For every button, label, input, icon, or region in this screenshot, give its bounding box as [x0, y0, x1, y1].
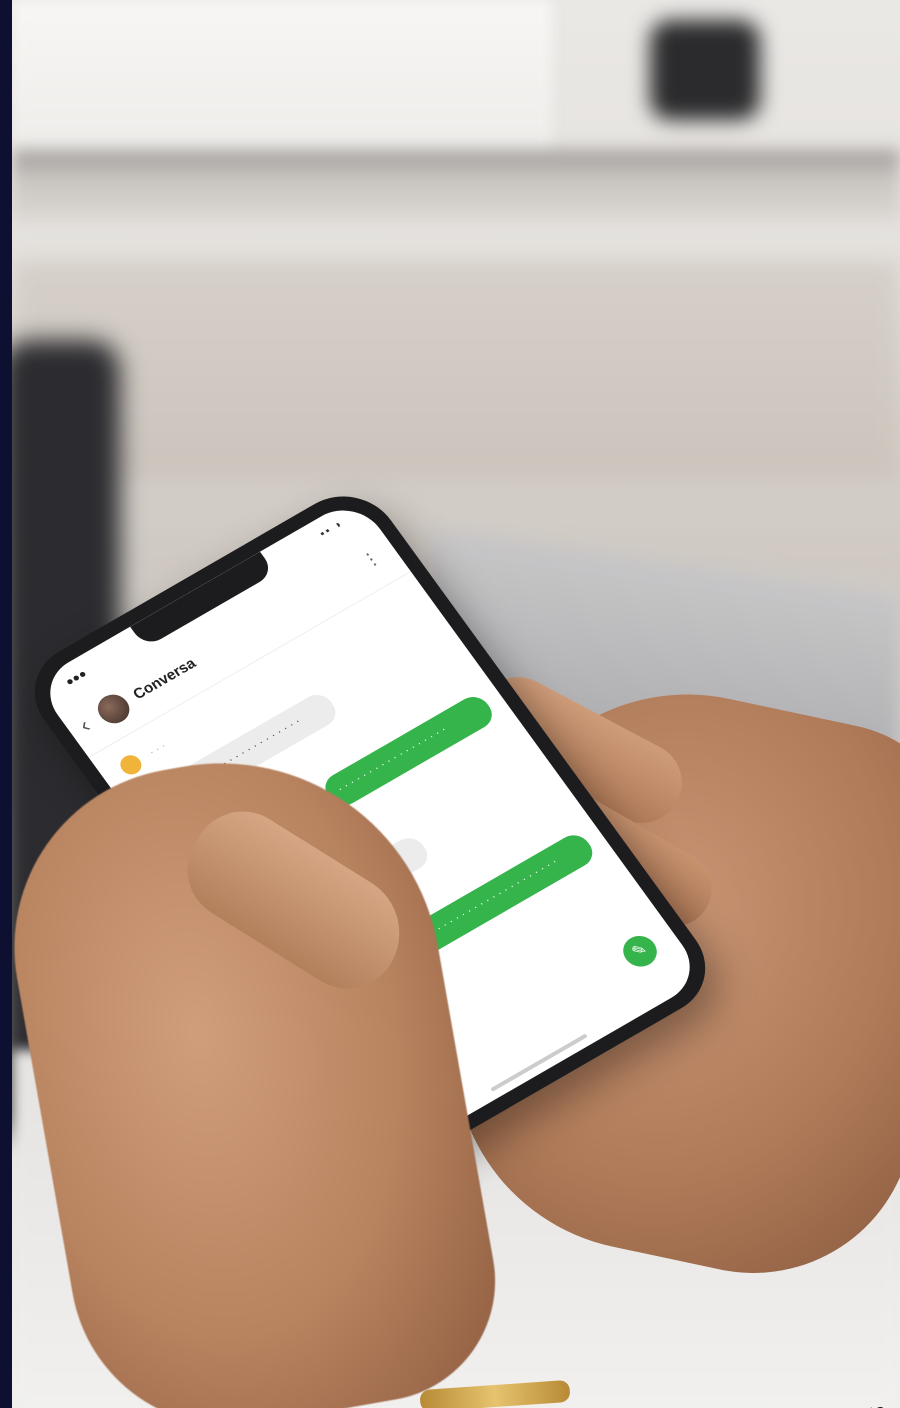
status-time: ●●●	[62, 666, 90, 689]
home-indicator	[490, 1033, 588, 1092]
compose-icon[interactable]: ✎	[616, 930, 664, 973]
photo-scene: ●●● ▪▪ ◗ ‹ Conversa ⋮ · · · · · · · · · …	[0, 0, 900, 1408]
left-border	[0, 0, 12, 1408]
back-arrow-icon[interactable]: ‹	[74, 713, 96, 738]
system-dot-icon	[116, 751, 146, 778]
message-bubble-outgoing: · · · · · · · · · · · · · · · · · ·	[318, 691, 499, 811]
menu-dots-icon[interactable]: ⋮	[357, 547, 385, 573]
avatar[interactable]	[91, 689, 136, 729]
system-text: · · ·	[146, 740, 169, 759]
status-icons: ▪▪ ◗	[317, 517, 347, 540]
chat-header: ‹ Conversa ⋮	[55, 525, 412, 758]
contact-name: Conversa	[129, 654, 200, 703]
